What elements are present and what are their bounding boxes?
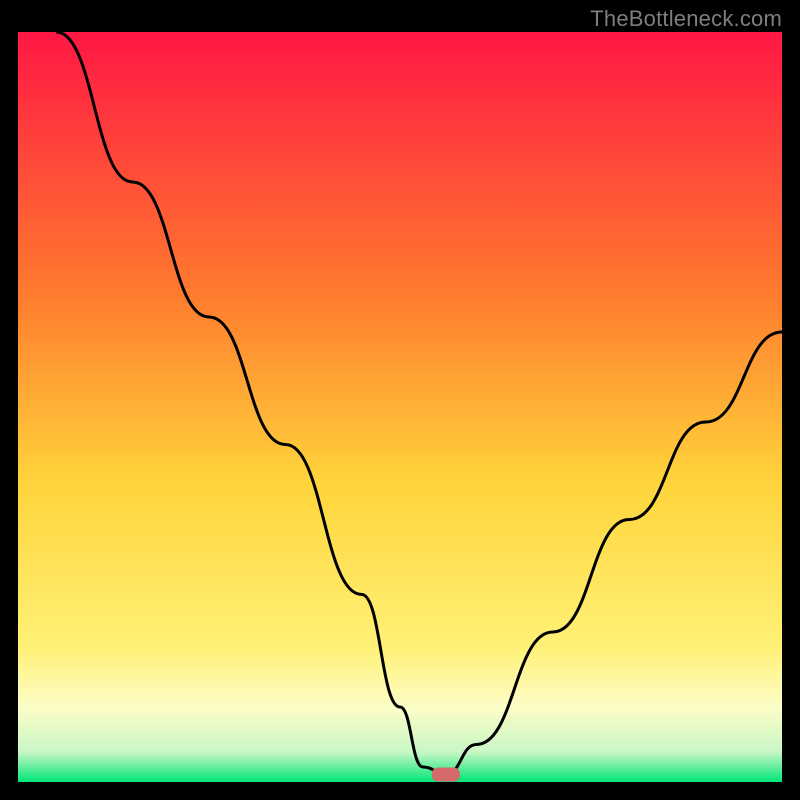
- watermark-text: TheBottleneck.com: [590, 6, 782, 32]
- chart-svg: [18, 32, 782, 782]
- app-frame: TheBottleneck.com: [0, 0, 800, 800]
- chart-background: [18, 32, 782, 782]
- optimal-marker: [432, 768, 460, 782]
- bottleneck-chart: [18, 32, 782, 782]
